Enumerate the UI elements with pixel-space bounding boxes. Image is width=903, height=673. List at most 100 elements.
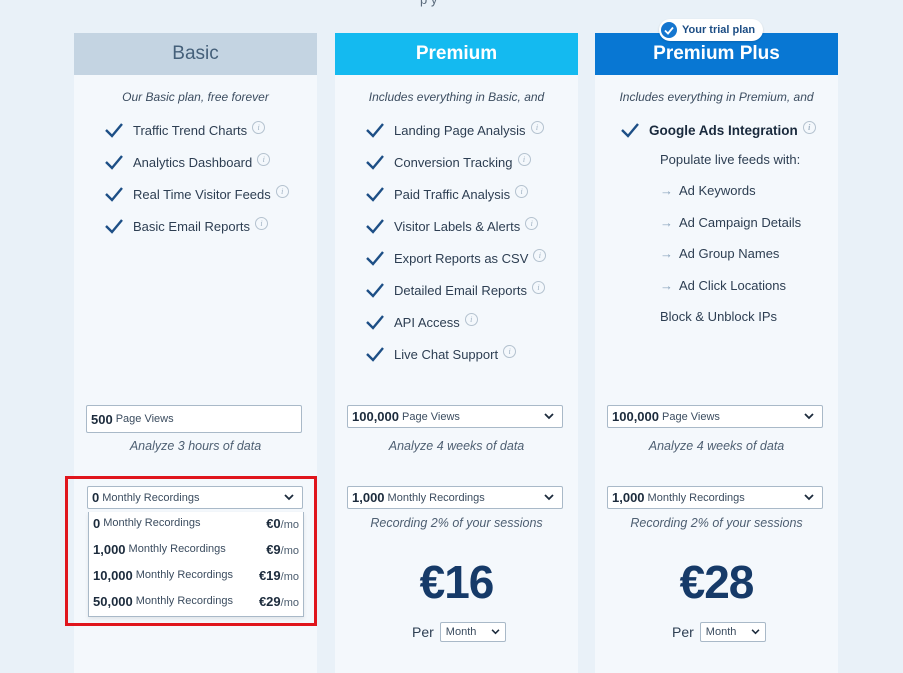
feed-item: → Ad Group Names (660, 246, 779, 261)
feed-item: → Ad Campaign Details (660, 215, 801, 230)
recordings-hint: Recording 2% of your sessions (370, 516, 543, 530)
check-icon (366, 251, 384, 266)
chevron-down-icon (804, 413, 814, 420)
plan-intro-basic: Our Basic plan, free forever (122, 90, 269, 104)
feature-label: Visitor Labels & Alerts (394, 218, 521, 234)
pageviews-unit: Page Views (115, 413, 174, 425)
info-icon[interactable]: i (275, 184, 289, 198)
check-icon (366, 219, 384, 234)
recordings-value: 1,000 (352, 490, 385, 505)
feature-label: Basic Email Reports (133, 218, 251, 234)
check-circle-icon (661, 22, 677, 38)
info-icon[interactable]: i (517, 152, 531, 166)
recordings-select-premium[interactable]: 1,000 Monthly Recordings (347, 486, 563, 509)
info-icon[interactable]: i (533, 248, 547, 262)
feature-item: Basic Email Reports i (104, 216, 269, 235)
pageviews-unit: Page Views (402, 410, 460, 423)
check-icon (105, 219, 123, 234)
recordings-hint: Recording 2% of your sessions (630, 516, 803, 530)
feed-item: → Ad Keywords (660, 183, 756, 198)
feature-item: Real Time Visitor Feeds i (104, 184, 289, 203)
plan-title-basic: Basic (74, 33, 317, 75)
feature-item: Google Ads Integration i (620, 120, 816, 139)
feature-item: Visitor Labels & Alerts i (365, 216, 539, 235)
period-select[interactable]: Month (439, 622, 506, 642)
highlight-box (65, 476, 317, 626)
feature-item: Export Reports as CSV i (365, 248, 547, 267)
recordings-value: 1,000 (612, 490, 645, 505)
feature-label: Google Ads Integration (649, 122, 798, 138)
check-icon (105, 123, 123, 138)
info-icon[interactable]: i (464, 312, 478, 326)
feed-label: Ad Campaign Details (679, 215, 802, 230)
chevron-down-icon (491, 629, 500, 635)
check-icon (621, 123, 639, 138)
recordings-select-premium-plus[interactable]: 1,000 Monthly Recordings (607, 486, 823, 509)
plan-card-premium-plus: Premium Plus Includes everything in Prem… (595, 33, 838, 673)
pageviews-hint: Analyze 3 hours of data (129, 439, 262, 453)
info-icon[interactable]: i (802, 120, 816, 134)
chevron-down-icon (544, 413, 554, 420)
info-icon[interactable]: i (525, 216, 539, 230)
feature-label: Traffic Trend Charts (133, 122, 248, 138)
feature-item: Live Chat Support i (365, 344, 517, 363)
trial-plan-badge: Your trial plan (659, 19, 764, 41)
feature-label: Analytics Dashboard (133, 154, 253, 170)
plan-price: €28 (679, 556, 755, 608)
info-icon[interactable]: i (252, 120, 266, 134)
check-icon (366, 155, 384, 170)
per-label: Per (412, 624, 434, 640)
info-icon[interactable]: i (503, 344, 517, 358)
feature-label: Landing Page Analysis (394, 122, 526, 138)
feature-label: Export Reports as CSV (394, 250, 529, 266)
arrow-right-icon: → (660, 183, 673, 198)
feature-label: Real Time Visitor Feeds (133, 186, 271, 202)
pageviews-select-premium[interactable]: 100,000 Page Views (347, 405, 563, 428)
feature-item: Detailed Email Reports i (365, 280, 545, 299)
plan-card-premium: Premium Includes everything in Basic, an… (335, 33, 578, 673)
feature-item: Conversion Tracking i (365, 152, 531, 171)
pageviews-select-basic[interactable]: 500 Page Views (86, 405, 302, 433)
billing-period: Per Month (672, 622, 766, 642)
plan-intro-premium: Includes everything in Basic, and (368, 90, 545, 104)
populate-label: Populate live feeds with: (660, 152, 801, 167)
plan-price: €16 (419, 556, 495, 608)
feature-item: Analytics Dashboard i (104, 152, 271, 171)
info-icon[interactable]: i (257, 152, 271, 166)
feature-label: Detailed Email Reports (394, 282, 527, 298)
check-icon (366, 283, 384, 298)
period-value: Month (445, 626, 477, 638)
info-icon[interactable]: i (255, 216, 269, 230)
pageviews-hint: Analyze 4 weeks of data (648, 439, 785, 453)
pageviews-unit: Page Views (662, 410, 720, 423)
arrow-right-icon: → (660, 246, 673, 261)
info-icon[interactable]: i (515, 184, 529, 198)
feature-label: Live Chat Support (394, 346, 499, 362)
header-text-fragment: p y (420, 0, 437, 7)
feed-label: Ad Keywords (679, 183, 756, 198)
plan-title-premium: Premium (335, 33, 578, 75)
feature-item: API Access i (365, 312, 478, 331)
recordings-unit: Monthly Recordings (647, 491, 745, 504)
pageviews-select-premium-plus[interactable]: 100,000 Page Views (607, 405, 823, 428)
feature-label: Conversion Tracking (394, 154, 513, 170)
pageviews-value: 100,000 (352, 409, 399, 424)
arrow-right-icon: → (660, 215, 673, 230)
feature-label: Paid Traffic Analysis (394, 186, 511, 202)
chevron-down-icon (804, 494, 814, 501)
trial-plan-label: Your trial plan (682, 24, 756, 36)
check-icon (366, 187, 384, 202)
per-label: Per (672, 624, 694, 640)
pageviews-value: 100,000 (612, 409, 659, 424)
check-icon (105, 155, 123, 170)
check-icon (105, 187, 123, 202)
chevron-down-icon (544, 494, 554, 501)
plan-intro-premium-plus: Includes everything in Premium, and (619, 90, 814, 104)
period-select[interactable]: Month (699, 622, 766, 642)
feature-label: API Access (394, 314, 460, 330)
feature-item: Traffic Trend Charts i (104, 120, 266, 139)
check-icon (366, 123, 384, 138)
info-icon[interactable]: i (531, 280, 545, 294)
billing-period: Per Month (412, 622, 506, 642)
info-icon[interactable]: i (530, 120, 544, 134)
